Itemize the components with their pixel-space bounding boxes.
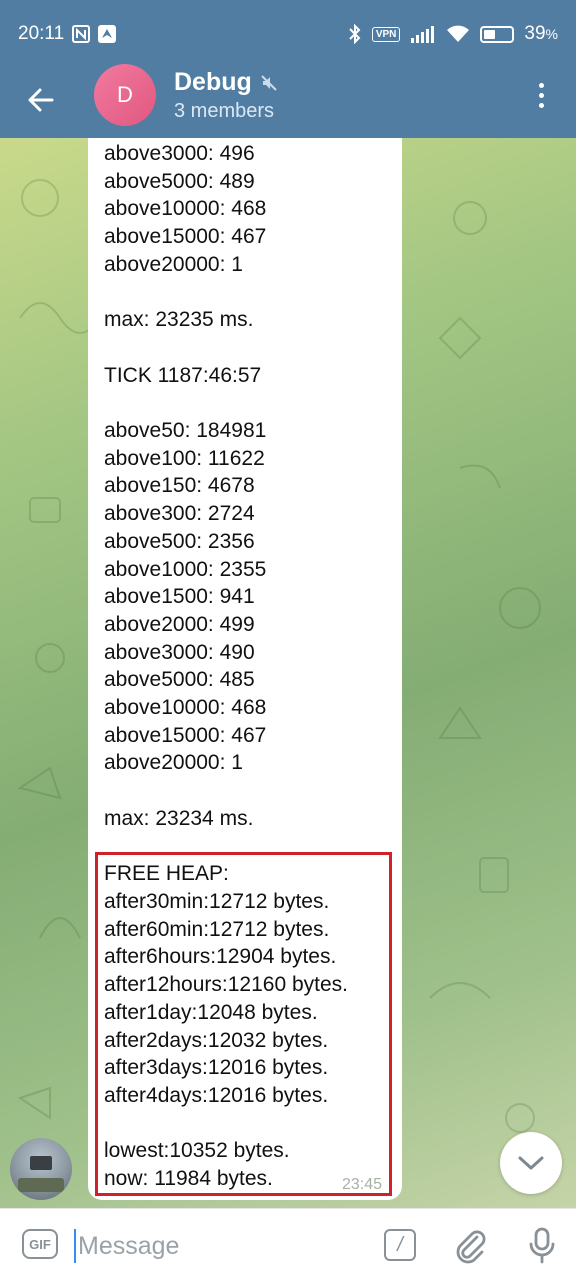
bluetooth-icon [348,24,362,44]
group-avatar[interactable]: D [94,64,156,126]
paperclip-icon [456,1230,486,1264]
voice-message-button[interactable] [522,1225,562,1265]
gif-button[interactable]: GIF [22,1229,58,1259]
message-input-bar: GIF / [0,1208,576,1280]
chevron-down-icon [518,1156,544,1170]
battery-icon [480,25,515,43]
muted-icon [261,74,277,91]
attach-button[interactable] [450,1225,490,1265]
more-options-button[interactable] [526,80,556,110]
sender-avatar[interactable] [10,1138,72,1200]
status-time: 20:11 [18,23,65,44]
scroll-down-button[interactable] [500,1132,562,1194]
nfc-icon [72,25,91,43]
wifi-icon [446,25,470,43]
back-button[interactable] [22,80,62,120]
battery-fill [484,29,495,39]
chat-subtitle: 3 members [174,100,275,122]
chat-title[interactable]: Debug [174,68,278,97]
bot-commands-button[interactable]: / [384,1229,416,1261]
chat-header: D Debug 3 members [0,64,576,138]
arrow-left-icon [28,88,54,112]
signal-icon [410,25,436,43]
status-bar: 20:11 VPN 39% [0,0,576,68]
message-time: 23:45 [342,1176,383,1193]
app-notification-icon [98,25,117,43]
vpn-badge: VPN [371,26,401,42]
microphone-icon [529,1227,555,1264]
message-input[interactable] [78,1227,358,1265]
battery-percent: 39% [524,23,558,44]
text-cursor [74,1229,76,1263]
highlight-box [95,852,392,1196]
